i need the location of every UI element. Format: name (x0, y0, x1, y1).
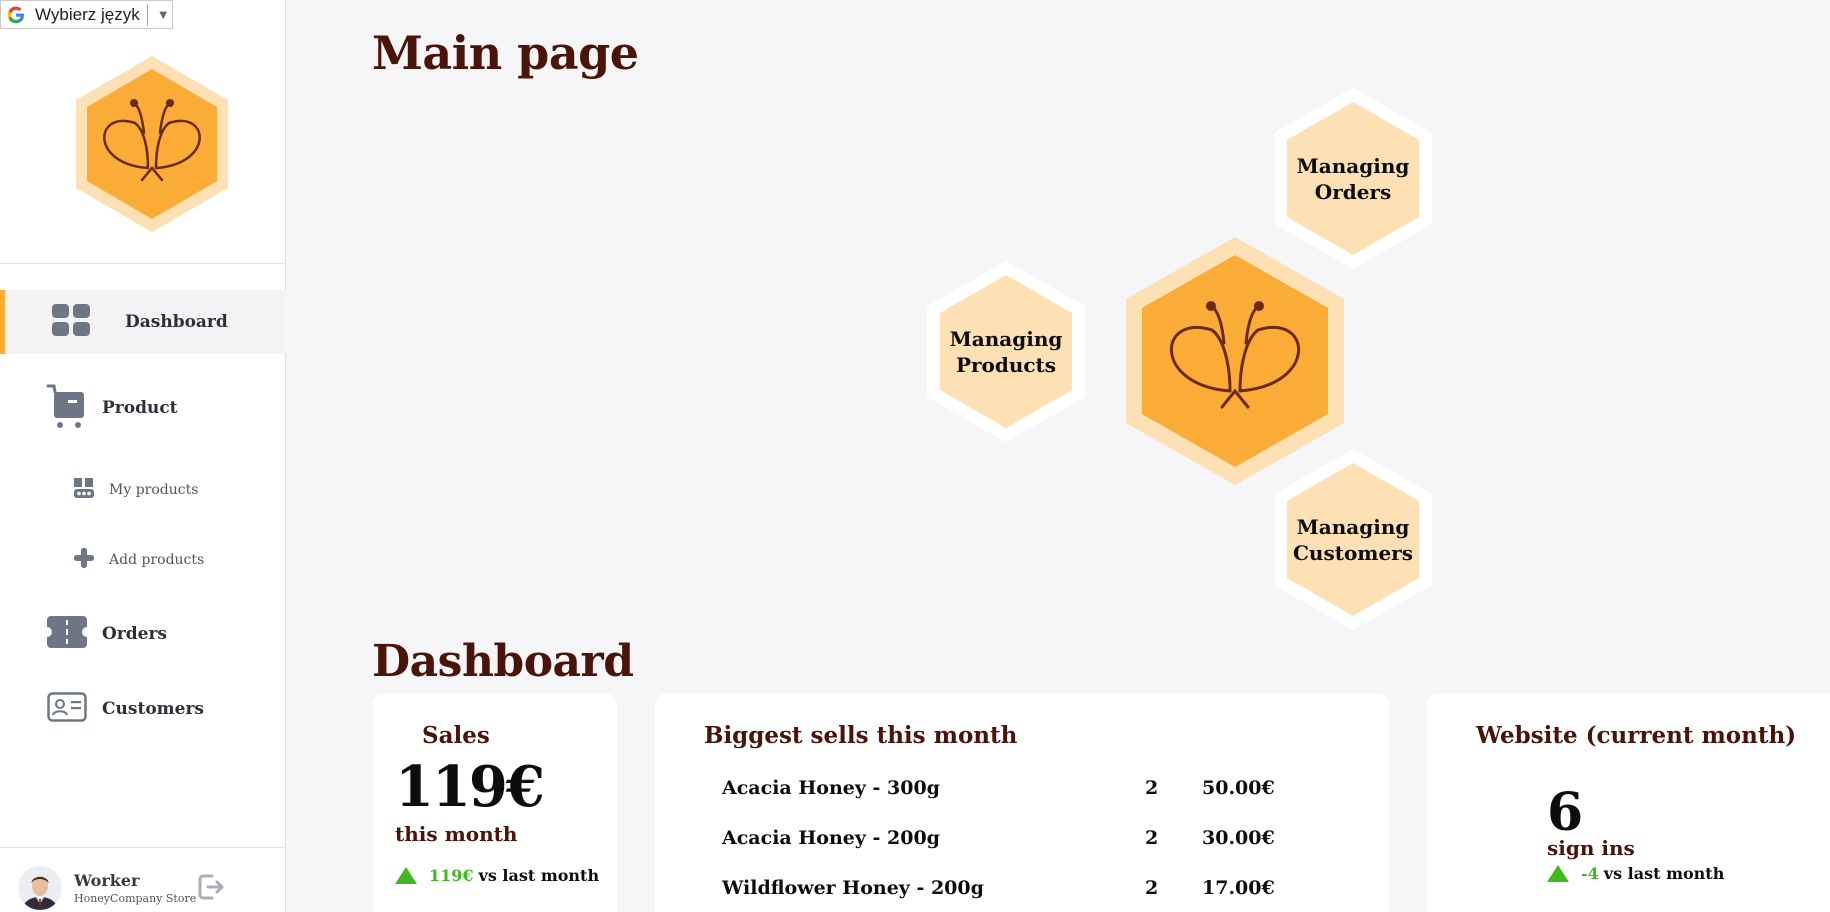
product-price: 50.00€ (1202, 777, 1275, 799)
dashboard-title: Dashboard (372, 636, 634, 687)
dashboard-grid-icon (52, 304, 90, 340)
sales-card-title: Sales (422, 722, 490, 749)
website-delta: -4 (1581, 864, 1599, 883)
product-name: Acacia Honey - 200g (722, 827, 940, 849)
caret-down-icon[interactable]: ▼ (157, 7, 170, 22)
sidebar-item-product[interactable]: Product (0, 382, 286, 434)
sales-delta-text: vs last month (478, 866, 600, 885)
sidebar-divider (0, 263, 286, 264)
product-qty: 2 (1145, 827, 1159, 849)
trend-up-icon (395, 867, 417, 884)
language-selector-divider (146, 3, 148, 26)
sidebar-item-label: Dashboard (125, 312, 228, 332)
cart-icon (46, 382, 86, 434)
ticket-icon (47, 616, 87, 652)
avatar (18, 866, 62, 910)
language-selector-label: Wybierz język (35, 4, 140, 24)
sales-value: 119€ (395, 754, 545, 820)
page-title: Main page (372, 26, 639, 80)
product-box-icon (73, 476, 95, 504)
sidebar-item-dashboard[interactable]: Dashboard (0, 290, 286, 354)
language-selector[interactable]: Wybierz język ▼ (0, 0, 173, 29)
sales-card: Sales 119€ this month 119€ vs last month (373, 694, 617, 912)
biggest-sells-title: Biggest sells this month (704, 722, 1018, 749)
hex-link-label: Products (955, 353, 1057, 377)
website-delta-text: vs last month (1603, 864, 1725, 883)
trend-up-icon (1547, 865, 1569, 882)
user-name: Worker (74, 871, 140, 890)
website-comparison: -4 vs last month (1547, 864, 1724, 883)
hex-link-label: Managing (949, 327, 1063, 351)
hex-link-label: Orders (1314, 180, 1392, 204)
plus-icon (73, 547, 95, 573)
sidebar-item-add-products[interactable]: Add products (0, 545, 286, 575)
website-label: sign ins (1547, 836, 1635, 860)
sales-comparison: 119€ vs last month (395, 866, 599, 885)
sidebar-item-label: Customers (102, 699, 204, 719)
product-price: 17.00€ (1202, 877, 1275, 899)
website-card-title: Website (current month) (1476, 722, 1797, 749)
website-value: 6 (1547, 782, 1584, 843)
hex-link-label: Managing (1296, 515, 1410, 539)
id-card-icon (47, 692, 87, 726)
sidebar-item-label: My products (109, 482, 199, 498)
hex-link-label: Managing (1296, 154, 1410, 178)
biggest-sells-card: Biggest sells this month Acacia Honey - … (655, 694, 1389, 912)
sidebar-item-label: Product (102, 398, 178, 418)
user-profile: Worker HoneyCompany Store (18, 866, 196, 910)
brand-logo (60, 52, 244, 240)
hex-link-label: Customers (1293, 541, 1413, 565)
product-qty: 2 (1145, 877, 1159, 899)
product-name: Acacia Honey - 300g (722, 777, 940, 799)
sales-period: this month (395, 822, 518, 846)
sidebar-item-my-products[interactable]: My products (0, 475, 286, 505)
sidebar-divider (0, 847, 286, 848)
user-store: HoneyCompany Store (74, 892, 197, 905)
sidebar-item-label: Add products (109, 552, 205, 568)
sidebar: Wybierz język ▼ Dashboard Product My pro… (0, 0, 286, 912)
website-card: Website (current month) 6 sign ins -4 vs… (1427, 694, 1830, 912)
product-price: 30.00€ (1202, 827, 1275, 849)
product-name: Wildflower Honey - 200g (722, 877, 984, 899)
hex-link-products[interactable]: Managing Products (913, 259, 1099, 445)
sales-delta: 119€ (429, 866, 474, 885)
sidebar-item-orders[interactable]: Orders (0, 614, 286, 654)
hex-link-customers[interactable]: Managing Customers (1260, 447, 1446, 633)
logout-icon[interactable] (198, 874, 226, 904)
sidebar-item-label: Orders (102, 624, 167, 644)
product-qty: 2 (1145, 777, 1159, 799)
sidebar-item-customers[interactable]: Customers (0, 689, 286, 729)
google-icon (3, 2, 29, 28)
